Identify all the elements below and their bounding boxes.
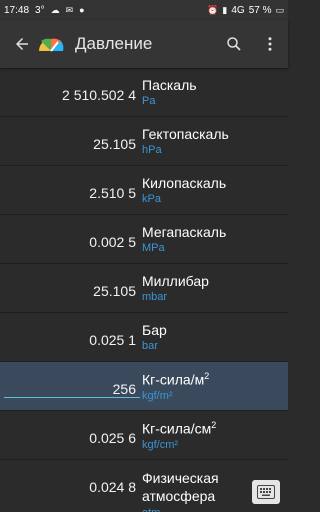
app-logo-icon	[36, 29, 66, 59]
unit-name-superscript: 2	[211, 420, 217, 430]
page-title: Давление	[75, 34, 153, 53]
unit-row-kilopascal[interactable]: 2.510 5 Килопаскаль kPa	[0, 166, 288, 215]
alarm-icon: ⏰	[207, 4, 219, 15]
status-time: 17:48	[4, 4, 30, 16]
back-arrow-icon[interactable]	[8, 30, 36, 58]
unit-row-kgf-m2[interactable]: 256 Кг-сила/м2 kgf/m²	[0, 362, 288, 411]
unit-row-kgf-cm2[interactable]: 0.025 6 Кг-сила/см2 kgf/cm²	[0, 411, 288, 460]
unit-name-superscript: 2	[204, 371, 210, 381]
unit-name: Кг-сила/м2	[142, 371, 209, 388]
unit-name: Килопаскаль	[142, 175, 227, 191]
cloud-icon: ☁	[50, 4, 60, 15]
signal-icon: ▮	[222, 4, 228, 15]
unit-value-input[interactable]: 256	[0, 362, 142, 410]
status-network: 4G	[231, 4, 245, 16]
input-underline	[4, 397, 140, 398]
status-bar: 17:48 3° ☁ ✉ ● ⏰ ▮ 4G 57 % ▭	[0, 0, 288, 20]
unit-name: Гектопаскаль	[142, 126, 229, 142]
unit-value[interactable]: 25.105	[0, 117, 142, 165]
unit-row-hectopascal[interactable]: 25.105 Гектопаскаль hPa	[0, 117, 288, 166]
unit-value[interactable]: 0.025 1	[0, 313, 142, 361]
unit-row-atm[interactable]: 0.024 8 Физическая атмосфера atm	[0, 460, 288, 512]
unit-name: Мегапаскаль	[142, 224, 227, 240]
unit-name: Паскаль	[142, 77, 197, 93]
unit-value[interactable]: 0.025 6	[0, 411, 142, 459]
unit-name: Бар	[142, 322, 167, 338]
unit-name: Кг-сила/см2	[142, 420, 216, 437]
search-icon[interactable]	[216, 26, 252, 62]
unit-value[interactable]: 0.002 5	[0, 215, 142, 263]
status-battery: 57 %	[248, 4, 272, 16]
unit-symbol: kgf/cm²	[142, 438, 179, 451]
unit-name: Миллибар	[142, 273, 209, 289]
unit-symbol: kgf/m²	[142, 389, 173, 402]
unit-row-pascal[interactable]: 2 510.502 4 Паскаль Pa	[0, 68, 288, 117]
more-vert-icon[interactable]	[252, 26, 288, 62]
unit-value[interactable]: 2 510.502 4	[0, 68, 142, 116]
unit-row-bar[interactable]: 0.025 1 Бар bar	[0, 313, 288, 362]
unit-value[interactable]: 25.105	[0, 264, 142, 312]
app-bar: Давление	[0, 20, 288, 68]
unit-symbol: mbar	[142, 291, 168, 303]
unit-name-text: Кг-сила/см	[142, 420, 212, 437]
unit-symbol: MPa	[142, 242, 165, 254]
mail-icon: ✉	[65, 4, 74, 15]
unit-value[interactable]: 2.510 5	[0, 166, 142, 214]
unit-symbol: atm	[142, 507, 252, 512]
battery-icon: ▭	[275, 4, 284, 15]
unit-name-text: Кг-сила/м	[142, 371, 205, 388]
unit-list: 2 510.502 4 Паскаль Pa 25.105 Гектопаска…	[0, 68, 288, 512]
status-temp: 3°	[35, 4, 45, 16]
unit-name: Физическая атмосфера	[142, 470, 219, 504]
unit-symbol: kPa	[142, 193, 161, 205]
unit-value[interactable]: 0.024 8	[0, 460, 142, 512]
unit-symbol: bar	[142, 340, 158, 352]
keyboard-icon[interactable]	[252, 480, 280, 504]
unit-row-millibar[interactable]: 25.105 Миллибар mbar	[0, 264, 288, 313]
unit-symbol: hPa	[142, 144, 162, 156]
unit-symbol: Pa	[142, 95, 156, 107]
unit-row-megapascal[interactable]: 0.002 5 Мегапаскаль MPa	[0, 215, 288, 264]
chat-icon: ●	[79, 5, 85, 15]
